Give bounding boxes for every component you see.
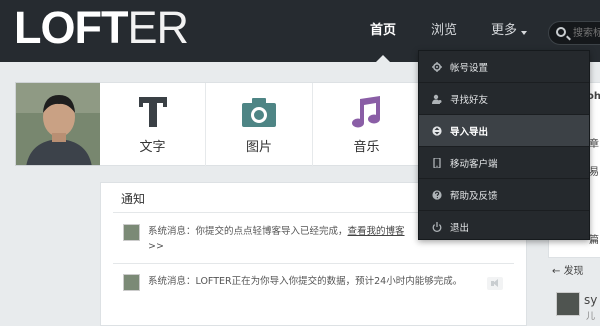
mobile-icon <box>433 158 441 168</box>
menu-item-find-friends[interactable]: 寻找好友 <box>419 83 589 115</box>
camera-icon <box>242 98 276 127</box>
menu-item-label: 移动客户端 <box>450 159 498 170</box>
post-text-button[interactable]: 文字 <box>100 83 206 167</box>
post-music-button[interactable]: 音乐 <box>313 83 420 167</box>
menu-item-account-settings[interactable]: 帐号设置 <box>419 51 589 83</box>
menu-item-logout[interactable]: 退出 <box>419 211 589 243</box>
post-music-label: 音乐 <box>353 140 380 155</box>
sidebar-text: 章 <box>589 139 599 150</box>
avatar-photo <box>16 83 100 165</box>
sidebar-user-avatar[interactable] <box>556 292 580 316</box>
help-icon <box>432 190 442 200</box>
nav-active-indicator <box>376 55 390 62</box>
menu-item-label: 退出 <box>450 223 470 234</box>
speaker-icon[interactable] <box>487 277 503 290</box>
search-box[interactable] <box>548 21 600 45</box>
nav-home[interactable]: 首页 <box>370 22 396 40</box>
sidebar-text: 易 <box>589 167 599 178</box>
text-icon <box>138 97 167 127</box>
post-image-label: 图片 <box>245 140 272 155</box>
search-input[interactable] <box>573 25 600 41</box>
view-my-blog-link[interactable]: 查看我的博客 <box>348 226 405 237</box>
music-icon <box>351 96 380 128</box>
chevron-down-icon <box>521 31 527 35</box>
message-text: 系统消息：你提交的点点轻博客导入已经完成， <box>148 226 348 237</box>
search-icon <box>556 27 566 37</box>
sidebar-user-name[interactable]: sy <box>584 293 597 307</box>
menu-item-label: 导入导出 <box>450 127 489 138</box>
post-text-label: 文字 <box>139 140 166 155</box>
message-more-link[interactable]: >> <box>148 241 164 252</box>
divider <box>113 263 514 264</box>
import-export-icon <box>432 126 442 136</box>
menu-item-mobile-client[interactable]: 移动客户端 <box>419 147 589 179</box>
gear-icon <box>432 62 442 72</box>
post-image-button[interactable]: 图片 <box>206 83 313 167</box>
menu-item-help-feedback[interactable]: 帮助及反馈 <box>419 179 589 211</box>
menu-item-import-export[interactable]: 导入导出 <box>419 115 589 147</box>
menu-item-label: 帮助及反馈 <box>450 191 498 202</box>
sidebar-user-sub: 儿 <box>586 312 596 322</box>
lofter-logo[interactable]: LOFTER <box>14 5 189 51</box>
message-text: 系统消息：LOFTER正在为你导入你提交的数据，预计24小时内能够完成。 <box>148 276 463 287</box>
post-type-bar: 文字 图片 音乐 <box>100 82 420 167</box>
menu-item-label: 寻找好友 <box>450 95 489 106</box>
notice-title: 通知 <box>121 192 146 206</box>
more-dropdown-menu: 帐号设置 寻找好友 导入导出 移动客户端 帮助及反馈 退出 <box>418 50 590 240</box>
system-avatar <box>123 274 140 291</box>
user-avatar[interactable] <box>15 82 101 166</box>
sidebar-discover-link[interactable]: ← 发现 <box>552 262 584 277</box>
nav-browse[interactable]: 浏览 <box>431 22 457 40</box>
sidebar-text: 篇 <box>589 235 599 246</box>
find-friends-icon <box>432 94 442 104</box>
system-avatar <box>123 224 140 241</box>
power-icon <box>432 222 442 232</box>
menu-item-label: 帐号设置 <box>450 63 489 74</box>
nav-more[interactable]: 更多 <box>491 22 517 40</box>
